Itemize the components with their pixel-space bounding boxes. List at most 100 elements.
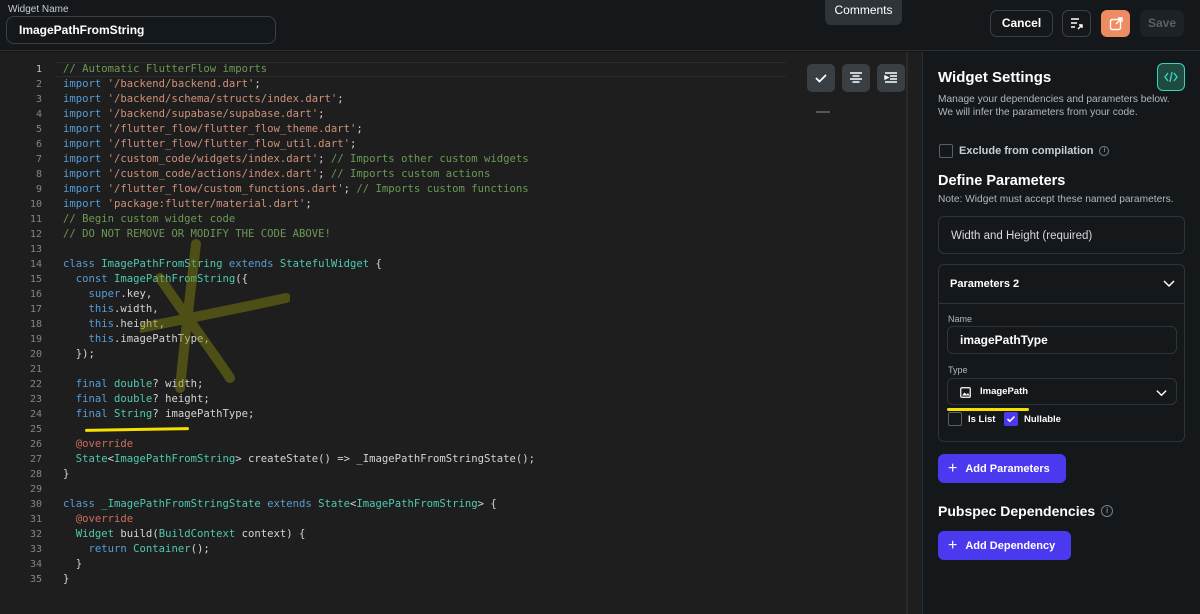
code-line[interactable]: import '/custom_code/actions/index.dart'…	[63, 167, 535, 182]
exclude-checkbox[interactable]	[939, 144, 953, 158]
is-list-checkbox[interactable]	[948, 412, 962, 426]
code-token: }	[63, 573, 70, 585]
code-line[interactable]	[63, 362, 535, 377]
parameter-name-input[interactable]: imagePathType	[947, 326, 1177, 354]
code-line[interactable]: import '/backend/backend.dart';	[63, 77, 535, 92]
code-line[interactable]: // DO NOT REMOVE OR MODIFY THE CODE ABOV…	[63, 227, 535, 242]
type-label: Type	[948, 365, 968, 375]
editor-toolbar	[807, 64, 905, 92]
code-line[interactable]: Widget build(BuildContext context) {	[63, 527, 535, 542]
line-number: 20	[29, 349, 42, 360]
code-token: '/flutter_flow/custom_functions.dart'	[107, 183, 344, 195]
add-dependency-button[interactable]: + Add Dependency	[938, 531, 1071, 560]
view-code-button[interactable]	[1157, 63, 1185, 91]
info-icon[interactable]: i	[1099, 146, 1110, 156]
code-token: context) {	[235, 528, 306, 540]
indent-icon	[884, 72, 897, 83]
code-token: Widget	[75, 528, 115, 540]
line-number: 7	[35, 154, 42, 165]
define-parameters-title: Define Parameters	[938, 173, 1066, 189]
code-token: @override	[75, 438, 134, 450]
code-line[interactable]: @override	[63, 437, 535, 452]
code-line[interactable]: import '/backend/schema/structs/index.da…	[63, 92, 535, 107]
widget-settings-title: Widget Settings	[938, 69, 1052, 86]
add-parameters-button[interactable]: + Add Parameters	[938, 454, 1066, 483]
parameter-type-select[interactable]: ImagePath	[947, 378, 1177, 405]
editor-scrollbar[interactable]	[906, 52, 908, 614]
line-number: 10	[29, 199, 42, 210]
code-line[interactable]: @override	[63, 512, 535, 527]
code-token: // Automatic FlutterFlow imports	[63, 63, 268, 75]
code-token: '/flutter_flow/flutter_flow_theme.dart'	[107, 123, 357, 135]
minimap-marker	[816, 111, 830, 113]
code-token: '/flutter_flow/flutter_flow_util.dart'	[107, 138, 351, 150]
name-label: Name	[948, 314, 973, 324]
code-line[interactable]: import '/custom_code/widgets/index.dart'…	[63, 152, 535, 167]
code-token: BuildContext	[158, 528, 236, 540]
line-number: 4	[35, 109, 42, 120]
code-line[interactable]: final double? width;	[63, 377, 535, 392]
code-line[interactable]: this.imagePathType,	[63, 332, 535, 347]
code-line[interactable]: return Container();	[63, 542, 535, 557]
code-content[interactable]: // Automatic FlutterFlow imports import '…	[63, 62, 535, 587]
code-token: {	[369, 258, 382, 270]
line-number: 34	[29, 559, 42, 570]
open-external-button[interactable]	[1101, 10, 1130, 37]
export-icon	[1070, 17, 1083, 29]
nullable-label: Nullable	[1024, 413, 1061, 425]
is-list-option[interactable]: Is List	[948, 412, 995, 426]
image-icon	[960, 387, 971, 398]
is-list-label: Is List	[968, 413, 996, 425]
code-token: ;	[318, 168, 331, 180]
cancel-button[interactable]: Cancel	[990, 10, 1053, 37]
code-line[interactable]	[63, 242, 535, 257]
code-line[interactable]: // Automatic FlutterFlow imports	[63, 62, 535, 77]
line-number: 11	[29, 214, 42, 225]
code-line[interactable]: final double? height;	[63, 392, 535, 407]
code-line[interactable]: import '/backend/supabase/supabase.dart'…	[63, 107, 535, 122]
code-line[interactable]: }	[63, 467, 535, 482]
exclude-label: Exclude from compilation	[959, 145, 1094, 157]
code-line[interactable]: class _ImagePathFromStringState extends …	[63, 497, 535, 512]
code-line[interactable]: const ImagePathFromString({	[63, 272, 535, 287]
code-line[interactable]: }	[63, 572, 535, 587]
code-token: ImagePathFromString	[114, 453, 236, 465]
indent-button[interactable]	[877, 64, 905, 92]
widget-name-input[interactable]: ImagePathFromString	[6, 16, 276, 44]
code-token: ();	[190, 543, 210, 555]
exclude-from-compilation[interactable]: Exclude from compilation i	[939, 144, 1110, 158]
code-token: import	[63, 168, 108, 180]
code-line[interactable]: final String? imagePathType;	[63, 407, 535, 422]
code-line[interactable]: }	[63, 557, 535, 572]
collapse-button[interactable]	[1162, 276, 1176, 295]
save-button[interactable]: Save	[1140, 10, 1184, 37]
top-bar: Widget Name ImagePathFromString Comments…	[0, 0, 1200, 51]
yellow-scribble-annotation	[140, 239, 290, 393]
nullable-checkbox[interactable]	[1004, 412, 1018, 426]
code-line[interactable]: });	[63, 347, 535, 362]
code-line[interactable]	[63, 482, 535, 497]
width-height-parameter[interactable]: Width and Height (required)	[938, 216, 1185, 254]
code-line[interactable]: import '/flutter_flow/custom_functions.d…	[63, 182, 535, 197]
code-line[interactable]: State<ImagePathFromString> createState()…	[63, 452, 535, 467]
validate-button[interactable]	[807, 64, 835, 92]
format-code-button[interactable]	[842, 64, 870, 92]
nullable-option[interactable]: Nullable	[1004, 412, 1061, 426]
export-button[interactable]	[1062, 10, 1091, 37]
code-line[interactable]: import '/flutter_flow/flutter_flow_util.…	[63, 137, 535, 152]
chevron-down-icon	[1156, 390, 1167, 397]
code-line[interactable]: this.height,	[63, 317, 535, 332]
code-token: ;	[343, 183, 357, 195]
code-line[interactable]: this.width,	[63, 302, 535, 317]
check-icon	[1006, 415, 1016, 423]
code-line[interactable]: super.key,	[63, 287, 535, 302]
code-line[interactable]: // Begin custom widget code	[63, 212, 535, 227]
code-line[interactable]: class ImagePathFromString extends Statef…	[63, 257, 535, 272]
code-token: import	[63, 108, 108, 120]
code-line[interactable]: import 'package:flutter/material.dart';	[63, 197, 535, 212]
code-line[interactable]: import '/flutter_flow/flutter_flow_theme…	[63, 122, 535, 137]
info-icon[interactable]: i	[1101, 505, 1114, 517]
code-editor[interactable]: 1 2 3 4 5 6 7 8 9 10 11 12 13 14 15 16 17 18 19 20 21 22 23 24 2…	[0, 52, 922, 614]
